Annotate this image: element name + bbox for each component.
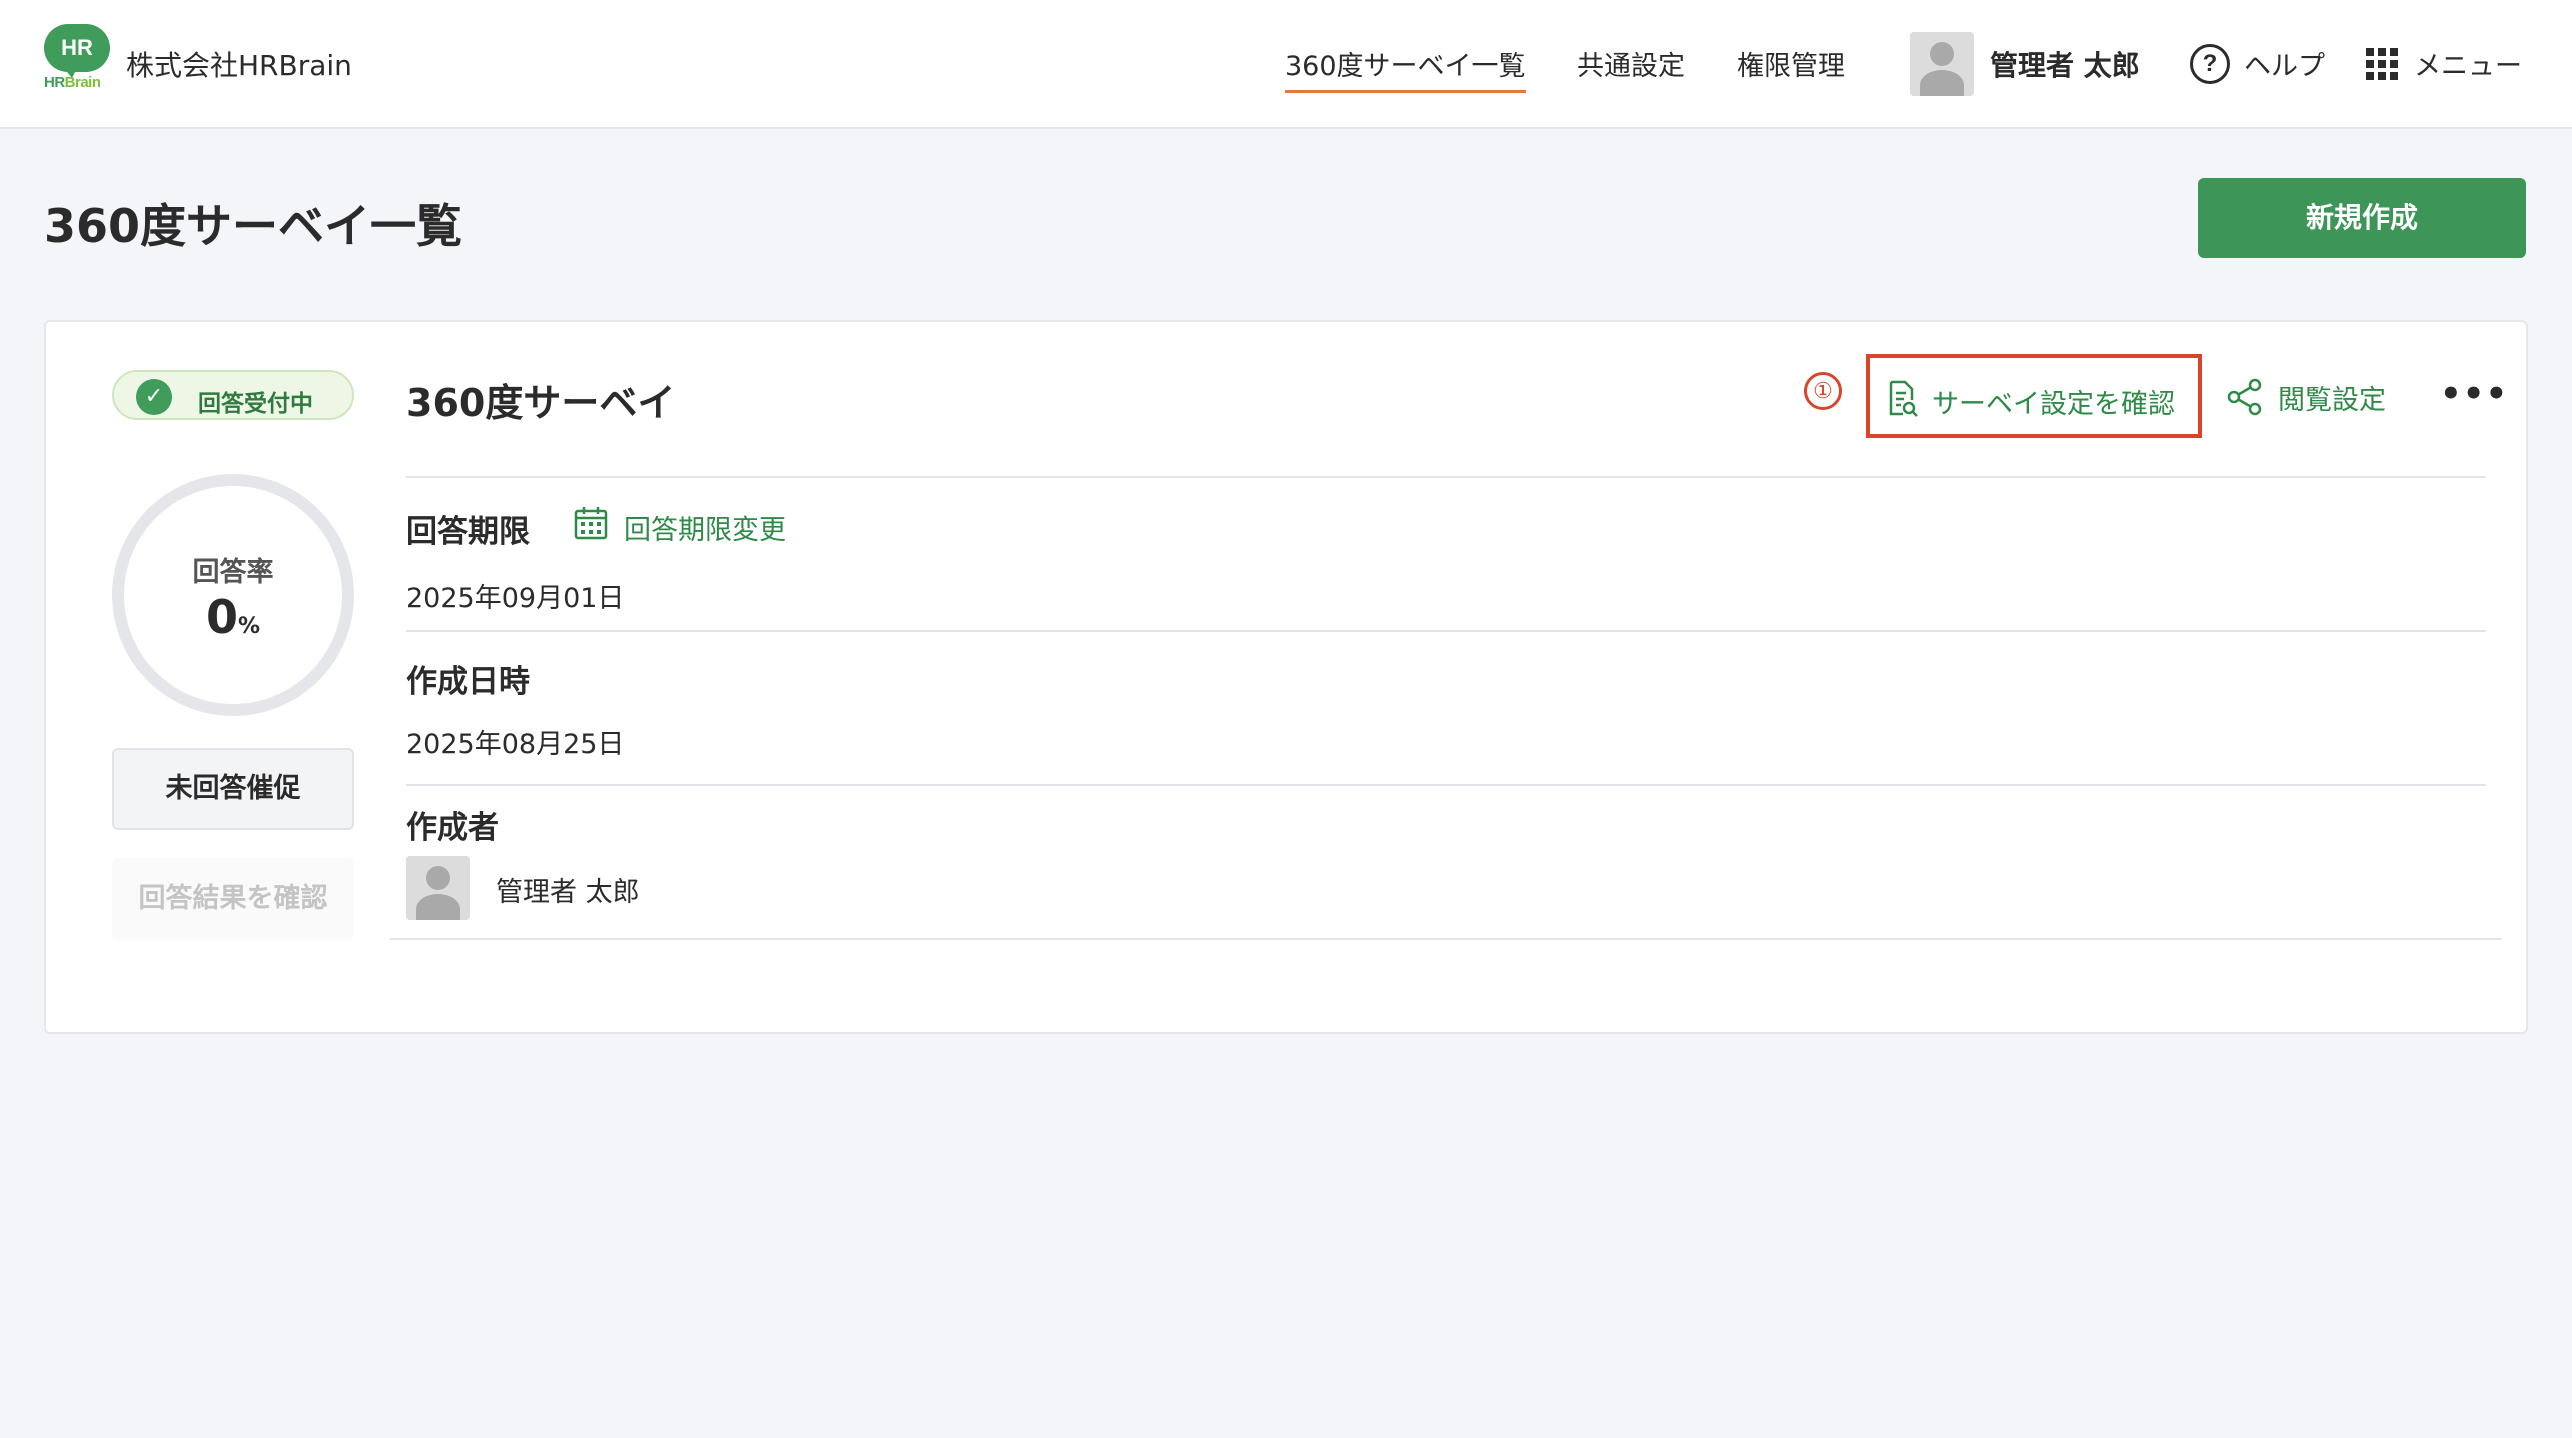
nav-common-settings[interactable]: 共通設定	[1577, 44, 1685, 83]
check-survey-settings-button[interactable]: サーベイ設定を確認	[1866, 354, 2202, 438]
creator-name: 管理者 太郎	[496, 877, 640, 908]
top-header: HR HRBrain 株式会社HRBrain 360度サーベイ一覧 共通設定 権…	[0, 0, 2572, 129]
change-deadline-link[interactable]: 回答期限変更	[624, 508, 786, 547]
check-icon: ✓	[136, 379, 172, 415]
avatar-body	[416, 894, 460, 920]
logo-bubble: HR	[44, 24, 110, 72]
document-search-icon	[1889, 380, 1918, 417]
avatar-head	[426, 866, 450, 890]
status-label: 回答受付中	[198, 391, 313, 417]
share-icon[interactable]	[2226, 378, 2264, 416]
new-survey-button[interactable]: 新規作成	[2198, 178, 2526, 258]
deadline-divider	[406, 630, 2486, 632]
nav-survey-list[interactable]: 360度サーベイ一覧	[1285, 44, 1526, 93]
check-survey-settings-label: サーベイ設定を確認	[1932, 389, 2175, 420]
menu-grid-icon[interactable]	[2366, 48, 2398, 80]
user-name[interactable]: 管理者 太郎	[1990, 44, 2140, 84]
logo-wordmark: HRBrain	[44, 74, 112, 91]
survey-title[interactable]: 360度サーベイ	[406, 372, 675, 427]
creator-divider	[390, 938, 2502, 940]
more-icon[interactable]: •••	[2440, 374, 2508, 414]
response-rate-ring: 回答率 0%	[112, 474, 354, 716]
page-title: 360度サーベイ一覧	[44, 199, 463, 253]
response-rate-value: 0%	[124, 590, 342, 644]
avatar-body	[1920, 70, 1964, 96]
remind-unanswered-button[interactable]: 未回答催促	[112, 748, 354, 830]
survey-card: ✓ 回答受付中 回答率 0% 未回答催促 回答結果を確認 360度サーベイ ① …	[44, 320, 2528, 1034]
response-rate-number: 0	[205, 590, 238, 644]
step-marker: ①	[1804, 372, 1842, 410]
help-icon[interactable]: ?	[2190, 44, 2230, 84]
created-divider	[406, 784, 2486, 786]
menu-link[interactable]: メニュー	[2414, 44, 2522, 83]
hrbrain-logo[interactable]: HR HRBrain	[44, 24, 112, 94]
creator-avatar-icon	[406, 856, 470, 920]
avatar-head	[1930, 42, 1954, 66]
user-avatar-icon[interactable]	[1910, 32, 1974, 96]
company-name: 株式会社HRBrain	[126, 49, 352, 82]
logo-wordmark-hr: HR	[44, 74, 65, 91]
view-results-button[interactable]: 回答結果を確認	[112, 858, 354, 940]
help-link[interactable]: ヘルプ	[2244, 44, 2325, 83]
deadline-label: 回答期限	[406, 514, 530, 550]
calendar-icon[interactable]	[574, 506, 608, 540]
response-rate-label: 回答率	[192, 557, 274, 588]
deadline-value: 2025年09月01日	[406, 583, 625, 614]
created-at-label: 作成日時	[406, 664, 530, 700]
header-divider	[406, 476, 2486, 478]
creator-label: 作成者	[406, 810, 499, 846]
logo-wordmark-brain: Brain	[64, 74, 101, 91]
nav-permission-management[interactable]: 権限管理	[1737, 44, 1845, 83]
status-badge: ✓ 回答受付中	[112, 370, 354, 420]
created-at-value: 2025年08月25日	[406, 729, 625, 760]
response-rate-unit: %	[237, 614, 261, 639]
view-settings-link[interactable]: 閲覧設定	[2278, 378, 2386, 417]
